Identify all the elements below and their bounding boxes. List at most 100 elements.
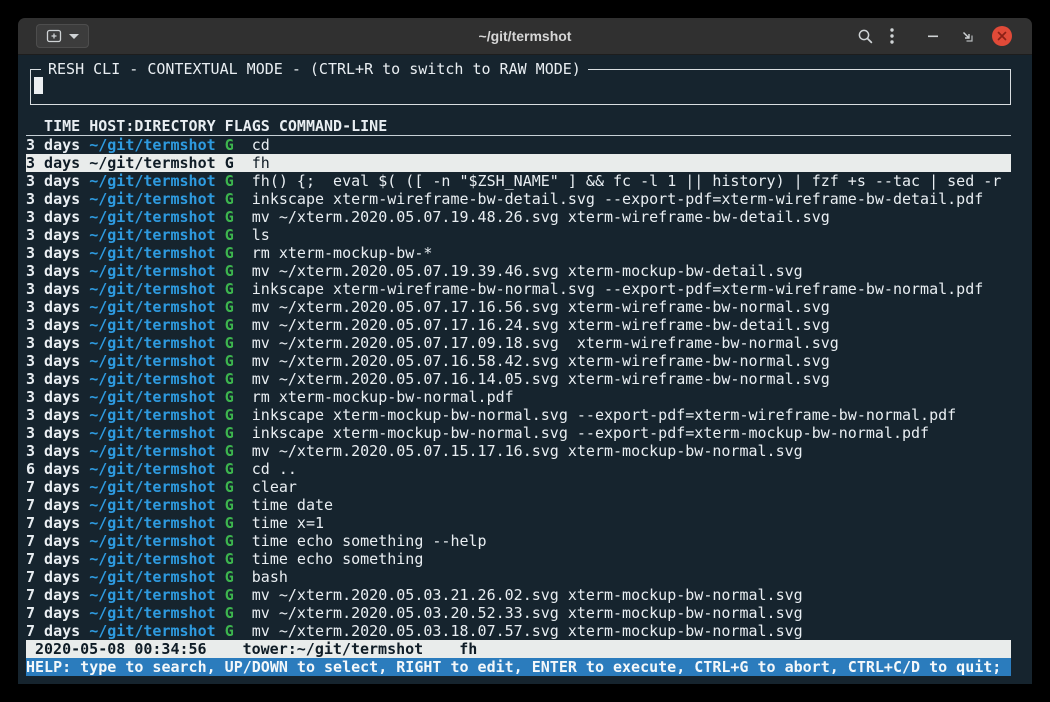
row-host-directory: ~/git/termshot	[89, 496, 224, 514]
row-command: clear	[252, 478, 297, 496]
row-flags: G	[225, 136, 252, 154]
history-row[interactable]: 3 days ~/git/termshot G mv ~/xterm.2020.…	[26, 262, 1011, 280]
history-row[interactable]: 3 days ~/git/termshot G mv ~/xterm.2020.…	[26, 334, 1011, 352]
row-command: mv ~/xterm.2020.05.07.19.48.26.svg xterm…	[252, 208, 830, 226]
history-row[interactable]: 3 days ~/git/termshot G mv ~/xterm.2020.…	[26, 370, 1011, 388]
history-row[interactable]: 7 days ~/git/termshot G time echo someth…	[26, 532, 1011, 550]
history-row[interactable]: 3 days ~/git/termshot G mv ~/xterm.2020.…	[26, 316, 1011, 334]
row-host-directory: ~/git/termshot	[89, 442, 224, 460]
history-rows: 3 days ~/git/termshot G cd3 days ~/git/t…	[26, 136, 1011, 640]
history-row[interactable]: 7 days ~/git/termshot G clear	[26, 478, 1011, 496]
resh-search-box[interactable]: RESH CLI - CONTEXTUAL MODE - (CTRL+R to …	[30, 69, 1011, 105]
row-time: 3 days	[26, 334, 89, 352]
history-row[interactable]: 7 days ~/git/termshot G time date	[26, 496, 1011, 514]
row-time: 3 days	[26, 424, 89, 442]
row-host-directory: ~/git/termshot	[89, 352, 224, 370]
row-flags: G	[225, 568, 252, 586]
desktop-background: ~/git/termshot	[0, 0, 1050, 702]
row-command: fh	[252, 154, 270, 172]
help-bar: HELP: type to search, UP/DOWN to select,…	[26, 658, 1011, 676]
row-command: ls	[252, 226, 270, 244]
new-tab-button[interactable]	[36, 24, 89, 48]
row-flags: G	[225, 226, 252, 244]
row-time: 3 days	[26, 442, 89, 460]
row-host-directory: ~/git/termshot	[89, 460, 224, 478]
history-row[interactable]: 7 days ~/git/termshot G mv ~/xterm.2020.…	[26, 586, 1011, 604]
row-command: cd ..	[252, 460, 297, 478]
row-host-directory: ~/git/termshot	[89, 514, 224, 532]
history-row[interactable]: 3 days ~/git/termshot G rm xterm-mockup-…	[26, 244, 1011, 262]
history-row[interactable]: 3 days ~/git/termshot G cd	[26, 136, 1011, 154]
row-command: time echo something --help	[252, 532, 487, 550]
history-row[interactable]: 3 days ~/git/termshot G inkscape xterm-w…	[26, 190, 1011, 208]
row-command: mv ~/xterm.2020.05.03.18.07.57.svg xterm…	[252, 622, 803, 640]
row-time: 7 days	[26, 550, 89, 568]
row-host-directory: ~/git/termshot	[89, 154, 224, 172]
row-flags: G	[225, 550, 252, 568]
row-time: 3 days	[26, 190, 89, 208]
row-host-directory: ~/git/termshot	[89, 370, 224, 388]
row-host-directory: ~/git/termshot	[89, 298, 224, 316]
history-row[interactable]: 6 days ~/git/termshot G cd ..	[26, 460, 1011, 478]
history-row[interactable]: 7 days ~/git/termshot G time x=1	[26, 514, 1011, 532]
history-row[interactable]: 3 days ~/git/termshot G inkscape xterm-w…	[26, 280, 1011, 298]
history-row[interactable]: 3 days ~/git/termshot G ls	[26, 226, 1011, 244]
minimize-button[interactable]	[924, 27, 942, 45]
row-command: time date	[252, 496, 333, 514]
row-host-directory: ~/git/termshot	[89, 604, 224, 622]
close-button[interactable]	[992, 26, 1012, 46]
kebab-menu-icon	[890, 28, 894, 44]
search-button[interactable]	[855, 26, 876, 47]
row-host-directory: ~/git/termshot	[89, 316, 224, 334]
row-time: 3 days	[26, 208, 89, 226]
row-command: mv ~/xterm.2020.05.07.17.09.18.svg xterm…	[252, 334, 839, 352]
resh-mode-title: RESH CLI - CONTEXTUAL MODE - (CTRL+R to …	[41, 60, 588, 78]
history-row[interactable]: 3 days ~/git/termshot G inkscape xterm-m…	[26, 406, 1011, 424]
history-row[interactable]: 7 days ~/git/termshot G time echo someth…	[26, 550, 1011, 568]
history-row[interactable]: 3 days ~/git/termshot G mv ~/xterm.2020.…	[26, 208, 1011, 226]
history-row[interactable]: 3 days ~/git/termshot G mv ~/xterm.2020.…	[26, 352, 1011, 370]
row-host-directory: ~/git/termshot	[89, 136, 224, 154]
history-row[interactable]: 3 days ~/git/termshot G mv ~/xterm.2020.…	[26, 442, 1011, 460]
row-time: 3 days	[26, 316, 89, 334]
menu-button[interactable]	[888, 26, 896, 46]
terminal-window: ~/git/termshot	[18, 18, 1032, 684]
row-command: mv ~/xterm.2020.05.07.17.16.56.svg xterm…	[252, 298, 830, 316]
status-command: fh	[459, 640, 477, 658]
row-command: mv ~/xterm.2020.05.07.16.14.05.svg xterm…	[252, 370, 830, 388]
history-row[interactable]: 7 days ~/git/termshot G mv ~/xterm.2020.…	[26, 604, 1011, 622]
history-row[interactable]: 3 days ~/git/termshot G rm xterm-mockup-…	[26, 388, 1011, 406]
row-host-directory: ~/git/termshot	[89, 262, 224, 280]
row-time: 3 days	[26, 226, 89, 244]
row-command: mv ~/xterm.2020.05.03.20.52.33.svg xterm…	[252, 604, 803, 622]
history-row[interactable]: 7 days ~/git/termshot G bash	[26, 568, 1011, 586]
titlebar[interactable]: ~/git/termshot	[18, 18, 1032, 55]
unmaximize-button[interactable]	[958, 27, 976, 45]
row-flags: G	[225, 370, 252, 388]
row-command: rm xterm-mockup-bw-*	[252, 244, 433, 262]
row-host-directory: ~/git/termshot	[89, 586, 224, 604]
row-command: inkscape xterm-wireframe-bw-normal.svg -…	[252, 280, 984, 298]
history-row[interactable]: 3 days ~/git/termshot G fh() {; eval $( …	[26, 172, 1011, 190]
row-host-directory: ~/git/termshot	[89, 568, 224, 586]
row-command: rm xterm-mockup-bw-normal.pdf	[252, 388, 514, 406]
row-flags: G	[225, 532, 252, 550]
row-command: mv ~/xterm.2020.05.07.15.17.16.svg xterm…	[252, 442, 803, 460]
row-flags: G	[225, 316, 252, 334]
resh-cli-app: RESH CLI - CONTEXTUAL MODE - (CTRL+R to …	[26, 69, 1011, 676]
caret-down-icon	[69, 34, 79, 39]
row-host-directory: ~/git/termshot	[89, 532, 224, 550]
terminal-screen[interactable]: RESH CLI - CONTEXTUAL MODE - (CTRL+R to …	[18, 55, 1032, 684]
titlebar-actions	[855, 26, 1012, 47]
row-flags: G	[225, 154, 252, 172]
row-command: inkscape xterm-wireframe-bw-detail.svg -…	[252, 190, 984, 208]
row-flags: G	[225, 586, 252, 604]
history-row-selected[interactable]: 3 days ~/git/termshot G fh	[26, 154, 1011, 172]
row-flags: G	[225, 298, 252, 316]
history-row[interactable]: 3 days ~/git/termshot G inkscape xterm-m…	[26, 424, 1011, 442]
row-time: 3 days	[26, 298, 89, 316]
history-row[interactable]: 3 days ~/git/termshot G mv ~/xterm.2020.…	[26, 298, 1011, 316]
history-row[interactable]: 7 days ~/git/termshot G mv ~/xterm.2020.…	[26, 622, 1011, 640]
row-flags: G	[225, 352, 252, 370]
row-time: 7 days	[26, 496, 89, 514]
